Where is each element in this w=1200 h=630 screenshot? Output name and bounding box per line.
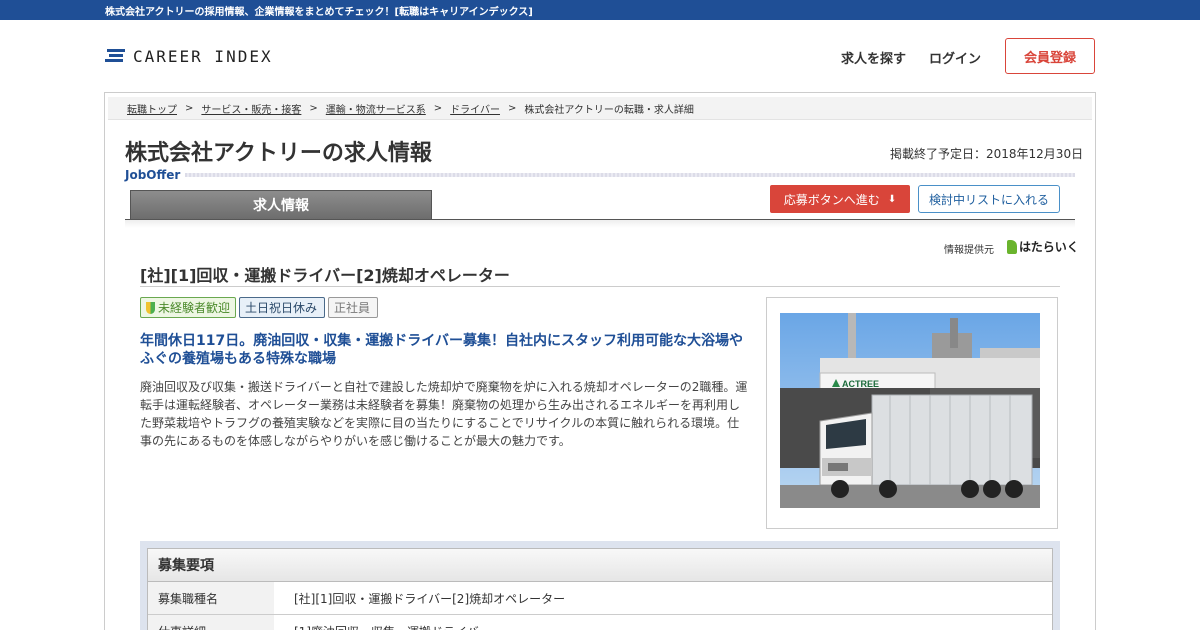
career-index-logo[interactable]: CAREER INDEX (105, 45, 273, 67)
top-banner: 株式会社アクトリーの採用情報、企業情報をまとめてチェック！[転職はキャリアインデ… (0, 0, 1200, 20)
breadcrumb-separator: > (433, 102, 443, 114)
page-title: 株式会社アクトリーの求人情報 (125, 141, 432, 166)
nav-search-jobs-link[interactable]: 求人を探す (841, 48, 906, 67)
add-to-shortlist-button[interactable]: 検討中リストに入れる (918, 185, 1060, 213)
title-divider (185, 173, 1075, 177)
page-subtitle: JobOffer (125, 168, 181, 182)
apply-button-label: 応募ボタンへ進む (783, 192, 880, 207)
requirements-table: 募集要項 募集職種名 [社][1]回収・運搬ドライバー[2]焼却オペレーター 仕… (147, 548, 1053, 630)
job-photo-frame: ACTREE (766, 297, 1058, 529)
hataraiku-mark-icon (1007, 239, 1017, 254)
breadcrumb-separator: > (185, 102, 194, 114)
row-key: 募集職種名 (148, 582, 274, 614)
tab-shadow (125, 220, 1075, 228)
job-title: [社][1]回収・運搬ドライバー[2]焼却オペレーター (140, 266, 510, 285)
row-value: [1]廃油回収・収集・運搬ドライバー (274, 615, 1052, 630)
breadcrumb-item-logistics[interactable]: 運輸・物流サービス系 (326, 101, 426, 116)
tab-job-info[interactable]: 求人情報 (130, 190, 432, 219)
provider-label: 情報提供元 (944, 245, 994, 256)
tag-beginner-welcome: 未経験者歓迎 (140, 297, 236, 318)
photo-sign-text: ACTREE (842, 379, 879, 389)
double-chevron-down-icon: ⬇ (887, 193, 897, 205)
beginner-leaf-icon (146, 301, 155, 314)
breadcrumb-separator: > (507, 102, 517, 114)
tag-weekends-off: 土日祝日休み (239, 297, 325, 318)
job-headline: 年間休日117日。廃油回収・収集・運搬ドライバー募集！自社内にスタッフ利用可能な… (140, 333, 743, 367)
table-row: 募集職種名 [社][1]回収・運搬ドライバー[2]焼却オペレーター (148, 582, 1052, 615)
breadcrumb-item-service[interactable]: サービス・販売・接客 (201, 101, 301, 116)
breadcrumb-separator: > (309, 102, 318, 114)
logo-text: CAREER INDEX (133, 46, 273, 66)
table-row: 仕事詳細 [1]廃油回収・収集・運搬ドライバー (148, 615, 1052, 630)
requirements-heading: 募集要項 (148, 549, 1052, 582)
row-key: 仕事詳細 (148, 615, 274, 630)
top-banner-text: 株式会社アクトリーの採用情報、企業情報をまとめてチェック！[転職はキャリアインデ… (105, 7, 533, 18)
tag-full-time: 正社員 (328, 297, 378, 318)
row-value: [社][1]回収・運搬ドライバー[2]焼却オペレーター (294, 591, 566, 606)
truck-photo: ACTREE (780, 313, 1040, 508)
posting-end-date: 掲載終了予定日：2018年12月30日 (890, 147, 1084, 161)
go-to-apply-button[interactable]: 応募ボタンへ進む ⬇ (770, 185, 910, 213)
hataraiku-logo: はたらいく (1007, 238, 1079, 255)
provider-logo-text: はたらいく (1019, 240, 1079, 254)
logo-stripes-icon (105, 49, 125, 63)
register-button[interactable]: 会員登録 (1005, 38, 1095, 74)
breadcrumb-item-current: 株式会社アクトリーの転職・求人詳細 (524, 104, 694, 116)
breadcrumb: 転職トップ > サービス・販売・接客 > 運輸・物流サービス系 > ドライバー … (108, 97, 1092, 120)
job-description: 廃油回収及び収集・搬送ドライバーと自社で建設した焼却炉で廃棄物を炉に入れる焼却オ… (140, 380, 748, 448)
nav-login-link[interactable]: ログイン (929, 48, 981, 67)
breadcrumb-item-top[interactable]: 転職トップ (127, 101, 177, 116)
breadcrumb-item-driver[interactable]: ドライバー (450, 101, 500, 116)
job-title-divider (140, 286, 1060, 287)
tag-label: 未経験者歓迎 (157, 301, 230, 315)
requirements-section: 募集要項 募集職種名 [社][1]回収・運搬ドライバー[2]焼却オペレーター 仕… (140, 541, 1060, 630)
